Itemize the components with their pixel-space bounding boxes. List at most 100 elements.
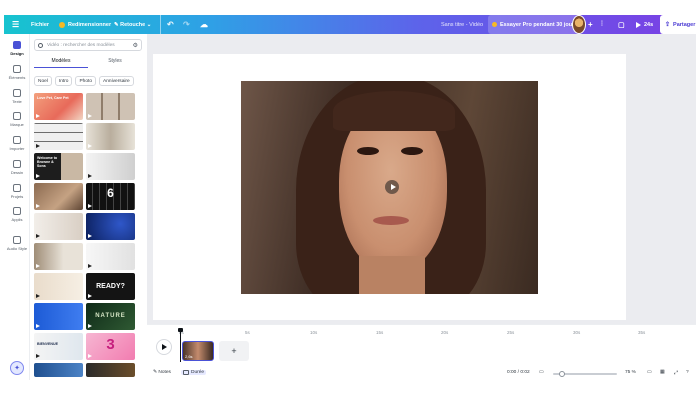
rail-item-label: Dessin	[10, 170, 24, 175]
rail-item-upload[interactable]: Importer	[4, 136, 30, 151]
video-eye-shape	[401, 147, 423, 155]
crown-icon	[492, 22, 497, 27]
menu-icon[interactable]: ☰	[12, 15, 19, 34]
template-thumbnail[interactable]: Love Pet, Care Pet	[34, 93, 83, 120]
zoom-level[interactable]: 75 %	[625, 370, 636, 375]
rail-item-label: Marque	[10, 122, 24, 127]
template-thumbnail[interactable]	[34, 303, 83, 330]
rail-item-projects[interactable]: Projets	[4, 184, 30, 199]
template-thumbnail[interactable]: BIENVENUE	[34, 333, 83, 360]
chip-intro[interactable]: Intro	[54, 76, 73, 86]
rail-item-design[interactable]: Design	[4, 41, 30, 56]
video-play-button[interactable]	[385, 180, 399, 194]
magic-assistant-icon[interactable]: ✦	[10, 361, 24, 375]
duration-button[interactable]: Durée	[181, 370, 207, 375]
template-thumbnail[interactable]	[86, 213, 135, 240]
help-icon[interactable]: ?	[686, 370, 689, 375]
side-navigation: Design Éléments Texte Marque Importer De…	[4, 34, 30, 380]
zoom-slider[interactable]	[553, 371, 617, 377]
resize-label: Redimensionner	[68, 21, 112, 28]
add-collaborator-icon[interactable]: +	[588, 15, 593, 34]
tab-styles[interactable]: Styles	[88, 56, 142, 68]
template-thumbnail[interactable]	[86, 363, 135, 377]
rail-item-label: Éléments	[8, 75, 26, 80]
template-thumbnail[interactable]	[34, 213, 83, 240]
panel-tabs: Modèles Styles	[34, 56, 142, 68]
template-thumbnail[interactable]	[34, 363, 83, 377]
zoom-slider-thumb[interactable]	[559, 371, 565, 377]
search-placeholder: Vidéo : rechercher des modèles	[47, 42, 115, 48]
share-button[interactable]: ⇪ Partager	[660, 15, 700, 34]
resize-button[interactable]: Redimensionner	[59, 15, 111, 34]
rail-item-text[interactable]: Texte	[4, 89, 30, 104]
video-lips-shape	[373, 216, 409, 225]
present-button[interactable]: 24s	[636, 15, 653, 34]
rail-item-elements[interactable]: Éléments	[4, 65, 30, 80]
template-thumbnail[interactable]	[86, 153, 135, 180]
hide-pages-icon[interactable]: ▭	[539, 370, 544, 375]
play-icon	[88, 204, 92, 208]
comment-icon[interactable]: ▢	[618, 15, 625, 34]
filter-icon[interactable]: ⚙	[133, 42, 138, 49]
template-thumbnail[interactable]	[86, 93, 135, 120]
template-thumbnail[interactable]	[86, 243, 135, 270]
chip-photo[interactable]: Photo	[75, 76, 97, 86]
file-menu-button[interactable]: Fichier	[31, 15, 49, 34]
play-icon	[636, 21, 641, 28]
template-thumbnail[interactable]: READY?	[86, 273, 135, 300]
play-icon	[36, 354, 40, 358]
video-eye-shape	[357, 147, 379, 155]
rail-item-brand[interactable]: Marque	[4, 112, 30, 127]
insights-icon[interactable]: ⫶	[601, 15, 603, 34]
play-icon	[88, 354, 92, 358]
template-thumbnail[interactable]: 3	[86, 333, 135, 360]
toolbar-divider	[160, 15, 161, 34]
play-icon	[36, 174, 40, 178]
notes-button[interactable]: ✎ Notes	[153, 370, 171, 375]
pro-trial-button[interactable]: Essayer Pro pendant 30 jours	[488, 15, 582, 34]
video-element[interactable]	[241, 81, 538, 294]
template-thumbnail[interactable]	[86, 123, 135, 150]
upload-icon: ⇪	[665, 22, 671, 28]
template-thumbnail[interactable]	[34, 123, 83, 150]
search-input[interactable]: Vidéo : rechercher des modèles ⚙	[34, 39, 142, 51]
timeline-play-button[interactable]	[156, 339, 172, 355]
rail-item-audio-style[interactable]: Audio Style	[4, 236, 30, 251]
play-icon	[88, 234, 92, 238]
rail-item-apps[interactable]: Applis	[4, 207, 30, 222]
timeline-clip[interactable]: 2,6s	[182, 341, 214, 361]
redo-icon[interactable]: ↷	[183, 15, 190, 34]
template-thumbnail[interactable]	[34, 273, 83, 300]
template-thumbnail[interactable]: NATURE	[86, 303, 135, 330]
cloud-save-icon[interactable]: ☁	[200, 15, 208, 34]
rail-item-draw[interactable]: Dessin	[4, 160, 30, 175]
pages-view-icon[interactable]: ▭	[647, 370, 652, 375]
template-thumbnail[interactable]: Welcome to Browne & Sons	[34, 153, 83, 180]
play-icon	[88, 114, 92, 118]
document-title[interactable]: Sans titre - Vidéo	[441, 15, 483, 34]
design-page[interactable]	[153, 54, 626, 320]
template-thumbnail[interactable]: 6	[86, 183, 135, 210]
fullscreen-icon[interactable]: ⤢	[674, 370, 678, 376]
template-title: 6	[107, 186, 114, 200]
template-thumbnail[interactable]	[34, 243, 83, 270]
edit-label: Retouche	[120, 21, 146, 28]
timeline-playhead[interactable]	[178, 328, 183, 362]
template-title: Love Pet, Care Pet	[37, 96, 69, 100]
template-thumbnail[interactable]	[34, 183, 83, 210]
chip-birthday[interactable]: Anniversaire	[99, 76, 134, 86]
grid-view-icon[interactable]: ▦	[660, 370, 665, 375]
avatar[interactable]	[572, 15, 586, 34]
play-icon	[36, 114, 40, 118]
chip-christmas[interactable]: Noel	[34, 76, 52, 86]
add-page-button[interactable]: +	[219, 341, 249, 361]
search-icon	[38, 42, 43, 48]
ruler-tick-label: 5s	[245, 330, 250, 335]
play-icon	[36, 264, 40, 268]
share-label: Partager	[673, 21, 696, 28]
undo-icon[interactable]: ↶	[167, 15, 174, 34]
edit-menu-button[interactable]: ✎ Retouche ⌄	[114, 15, 151, 34]
tab-templates[interactable]: Modèles	[34, 56, 88, 68]
duration-label: Durée	[191, 370, 205, 375]
template-title: 3	[106, 336, 115, 353]
